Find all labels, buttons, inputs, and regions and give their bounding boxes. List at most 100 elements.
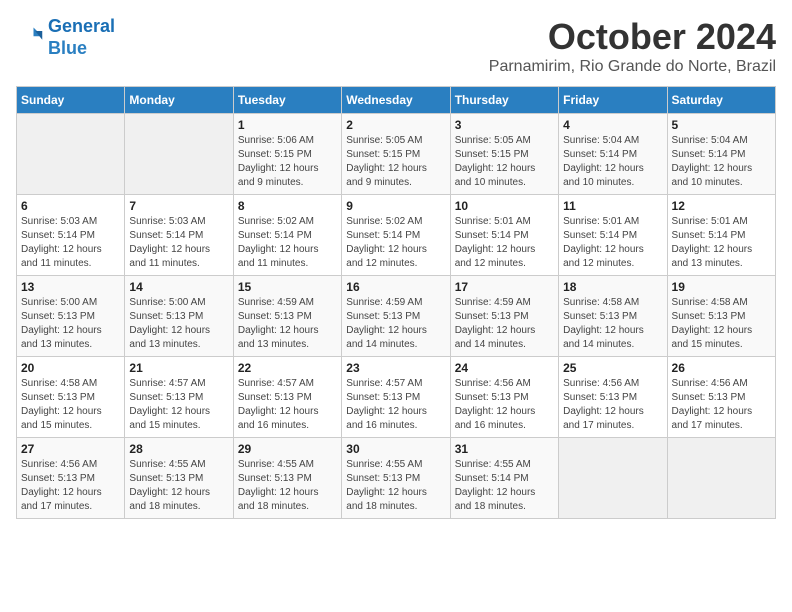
- header: General Blue October 2024 Parnamirim, Ri…: [16, 16, 776, 76]
- calendar-cell: 27Sunrise: 4:56 AM Sunset: 5:13 PM Dayli…: [17, 438, 125, 519]
- calendar-cell: 5 Sunrise: 5:04 AM Sunset: 5:14 PM Daylig…: [667, 114, 775, 195]
- day-info: Sunrise: 5:01 AM Sunset: 5:14 PM Dayligh…: [455, 215, 554, 271]
- calendar-cell: 15 Sunrise: 4:59 AM Sunset: 5:13 PM Dayli…: [233, 276, 341, 357]
- location-title: Parnamirim, Rio Grande do Norte, Brazil: [489, 58, 776, 76]
- day-info: Sunrise: 4:58 AM Sunset: 5:13 PM Dayligh…: [563, 296, 662, 352]
- calendar-week-2: 6 Sunrise: 5:03 AM Sunset: 5:14 PM Daylig…: [17, 195, 776, 276]
- day-number: 3: [455, 118, 554, 132]
- day-number: 10: [455, 199, 554, 213]
- day-info: Sunrise: 4:55 AM Sunset: 5:14 PM Dayligh…: [455, 458, 554, 514]
- day-info: Sunrise: 4:55 AM Sunset: 5:13 PM Dayligh…: [346, 458, 445, 514]
- day-number: 30: [346, 442, 445, 456]
- day-number: 23: [346, 361, 445, 375]
- calendar-cell: 24Sunrise: 4:56 AM Sunset: 5:13 PM Dayli…: [450, 357, 558, 438]
- calendar-week-1: 1Sunrise: 5:06 AM Sunset: 5:15 PM Daylig…: [17, 114, 776, 195]
- day-number: 24: [455, 361, 554, 375]
- calendar-cell: [667, 438, 775, 519]
- day-number: 18: [563, 280, 662, 294]
- day-number: 9: [346, 199, 445, 213]
- day-info: Sunrise: 5:02 AM Sunset: 5:14 PM Dayligh…: [346, 215, 445, 271]
- logo-icon: [16, 24, 44, 52]
- day-info: Sunrise: 5:04 AM Sunset: 5:14 PM Dayligh…: [672, 134, 771, 190]
- calendar-cell: 17 Sunrise: 4:59 AM Sunset: 5:13 PM Dayli…: [450, 276, 558, 357]
- day-number: 21: [129, 361, 228, 375]
- day-number: 26: [672, 361, 771, 375]
- day-info: Sunrise: 4:56 AM Sunset: 5:13 PM Dayligh…: [21, 458, 120, 514]
- calendar-cell: 30 Sunrise: 4:55 AM Sunset: 5:13 PM Dayli…: [342, 438, 450, 519]
- day-info: Sunrise: 5:01 AM Sunset: 5:14 PM Dayligh…: [672, 215, 771, 271]
- logo-text: General Blue: [48, 16, 115, 59]
- day-number: 4: [563, 118, 662, 132]
- day-info: Sunrise: 4:55 AM Sunset: 5:13 PM Dayligh…: [129, 458, 228, 514]
- day-info: Sunrise: 4:59 AM Sunset: 5:13 PM Dayligh…: [346, 296, 445, 352]
- calendar-cell: 28 Sunrise: 4:55 AM Sunset: 5:13 PM Dayli…: [125, 438, 233, 519]
- day-number: 29: [238, 442, 337, 456]
- day-info: Sunrise: 4:55 AM Sunset: 5:13 PM Dayligh…: [238, 458, 337, 514]
- logo-line1: General: [48, 16, 115, 36]
- calendar-cell: 22 Sunrise: 4:57 AM Sunset: 5:13 PM Dayli…: [233, 357, 341, 438]
- calendar-cell: 25 Sunrise: 4:56 AM Sunset: 5:13 PM Dayli…: [559, 357, 667, 438]
- day-number: 1: [238, 118, 337, 132]
- day-number: 6: [21, 199, 120, 213]
- calendar-header-row: SundayMondayTuesdayWednesdayThursdayFrid…: [17, 87, 776, 114]
- day-number: 11: [563, 199, 662, 213]
- calendar-cell: 29 Sunrise: 4:55 AM Sunset: 5:13 PM Dayli…: [233, 438, 341, 519]
- calendar-cell: 6Sunrise: 5:03 AM Sunset: 5:14 PM Daylig…: [17, 195, 125, 276]
- calendar-cell: 2 Sunrise: 5:05 AM Sunset: 5:15 PM Daylig…: [342, 114, 450, 195]
- day-number: 16: [346, 280, 445, 294]
- calendar-cell: 16 Sunrise: 4:59 AM Sunset: 5:13 PM Dayli…: [342, 276, 450, 357]
- day-header-wednesday: Wednesday: [342, 87, 450, 114]
- day-info: Sunrise: 4:59 AM Sunset: 5:13 PM Dayligh…: [455, 296, 554, 352]
- day-number: 22: [238, 361, 337, 375]
- day-info: Sunrise: 4:58 AM Sunset: 5:13 PM Dayligh…: [672, 296, 771, 352]
- title-area: October 2024 Parnamirim, Rio Grande do N…: [489, 16, 776, 76]
- day-info: Sunrise: 5:03 AM Sunset: 5:14 PM Dayligh…: [129, 215, 228, 271]
- day-header-sunday: Sunday: [17, 87, 125, 114]
- day-info: Sunrise: 4:57 AM Sunset: 5:13 PM Dayligh…: [129, 377, 228, 433]
- day-number: 5: [672, 118, 771, 132]
- day-info: Sunrise: 4:57 AM Sunset: 5:13 PM Dayligh…: [346, 377, 445, 433]
- calendar-week-3: 13Sunrise: 5:00 AM Sunset: 5:13 PM Dayli…: [17, 276, 776, 357]
- calendar-cell: 18 Sunrise: 4:58 AM Sunset: 5:13 PM Dayli…: [559, 276, 667, 357]
- calendar-cell: 3 Sunrise: 5:05 AM Sunset: 5:15 PM Daylig…: [450, 114, 558, 195]
- day-info: Sunrise: 5:00 AM Sunset: 5:13 PM Dayligh…: [21, 296, 120, 352]
- day-number: 12: [672, 199, 771, 213]
- day-info: Sunrise: 4:56 AM Sunset: 5:13 PM Dayligh…: [672, 377, 771, 433]
- calendar-week-4: 20Sunrise: 4:58 AM Sunset: 5:13 PM Dayli…: [17, 357, 776, 438]
- calendar-cell: 9 Sunrise: 5:02 AM Sunset: 5:14 PM Daylig…: [342, 195, 450, 276]
- day-number: 15: [238, 280, 337, 294]
- calendar-cell: 7 Sunrise: 5:03 AM Sunset: 5:14 PM Daylig…: [125, 195, 233, 276]
- calendar-cell: 14 Sunrise: 5:00 AM Sunset: 5:13 PM Dayli…: [125, 276, 233, 357]
- day-info: Sunrise: 4:57 AM Sunset: 5:13 PM Dayligh…: [238, 377, 337, 433]
- day-number: 17: [455, 280, 554, 294]
- day-info: Sunrise: 4:56 AM Sunset: 5:13 PM Dayligh…: [563, 377, 662, 433]
- day-header-friday: Friday: [559, 87, 667, 114]
- day-number: 14: [129, 280, 228, 294]
- day-number: 2: [346, 118, 445, 132]
- calendar-cell: 13Sunrise: 5:00 AM Sunset: 5:13 PM Dayli…: [17, 276, 125, 357]
- logo-line2: Blue: [48, 38, 87, 58]
- day-info: Sunrise: 5:04 AM Sunset: 5:14 PM Dayligh…: [563, 134, 662, 190]
- day-info: Sunrise: 5:00 AM Sunset: 5:13 PM Dayligh…: [129, 296, 228, 352]
- day-header-saturday: Saturday: [667, 87, 775, 114]
- calendar-cell: 4 Sunrise: 5:04 AM Sunset: 5:14 PM Daylig…: [559, 114, 667, 195]
- calendar-cell: 12 Sunrise: 5:01 AM Sunset: 5:14 PM Dayli…: [667, 195, 775, 276]
- day-number: 28: [129, 442, 228, 456]
- logo: General Blue: [16, 16, 115, 59]
- day-number: 25: [563, 361, 662, 375]
- day-info: Sunrise: 5:01 AM Sunset: 5:14 PM Dayligh…: [563, 215, 662, 271]
- calendar-week-5: 27Sunrise: 4:56 AM Sunset: 5:13 PM Dayli…: [17, 438, 776, 519]
- calendar-cell: 26 Sunrise: 4:56 AM Sunset: 5:13 PM Dayli…: [667, 357, 775, 438]
- calendar-cell: 31 Sunrise: 4:55 AM Sunset: 5:14 PM Dayli…: [450, 438, 558, 519]
- calendar-cell: 11 Sunrise: 5:01 AM Sunset: 5:14 PM Dayli…: [559, 195, 667, 276]
- day-info: Sunrise: 5:05 AM Sunset: 5:15 PM Dayligh…: [455, 134, 554, 190]
- day-number: 7: [129, 199, 228, 213]
- day-number: 8: [238, 199, 337, 213]
- day-number: 31: [455, 442, 554, 456]
- calendar-cell: 19Sunrise: 4:58 AM Sunset: 5:13 PM Dayli…: [667, 276, 775, 357]
- day-header-thursday: Thursday: [450, 87, 558, 114]
- calendar-cell: 8Sunrise: 5:02 AM Sunset: 5:14 PM Daylig…: [233, 195, 341, 276]
- calendar-table: SundayMondayTuesdayWednesdayThursdayFrid…: [16, 86, 776, 519]
- day-info: Sunrise: 5:05 AM Sunset: 5:15 PM Dayligh…: [346, 134, 445, 190]
- day-info: Sunrise: 4:59 AM Sunset: 5:13 PM Dayligh…: [238, 296, 337, 352]
